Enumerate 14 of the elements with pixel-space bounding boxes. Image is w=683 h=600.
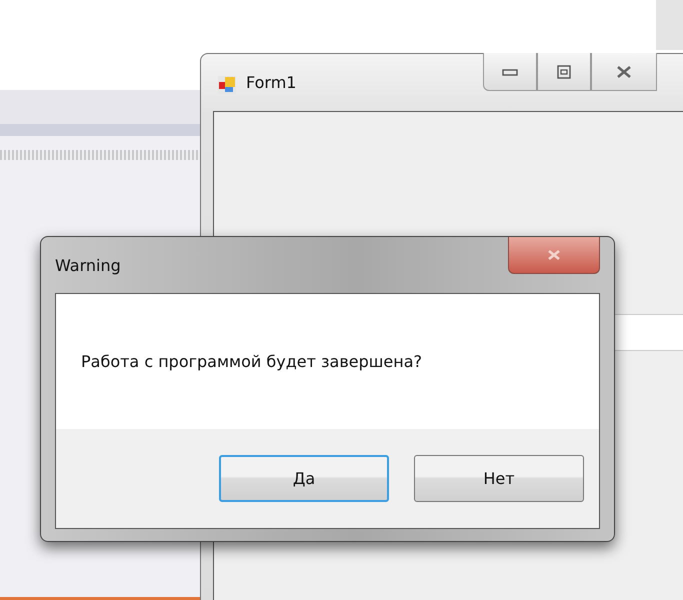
app-icon bbox=[218, 76, 236, 94]
close-icon bbox=[546, 249, 562, 261]
close-icon bbox=[615, 64, 633, 78]
message-text: Работа с программой будет завершена? bbox=[81, 352, 422, 371]
maximize-icon bbox=[557, 64, 571, 78]
window-title: Form1 bbox=[246, 73, 296, 92]
minimize-icon bbox=[502, 68, 518, 76]
close-button[interactable] bbox=[591, 53, 657, 91]
dialog-button[interactable]: Нет bbox=[414, 455, 584, 502]
window-edge bbox=[656, 0, 683, 50]
dialog-title: Warning bbox=[55, 256, 121, 275]
dialog-button[interactable]: Да bbox=[219, 455, 389, 502]
close-button[interactable] bbox=[508, 237, 600, 274]
maximize-button[interactable] bbox=[537, 53, 591, 91]
